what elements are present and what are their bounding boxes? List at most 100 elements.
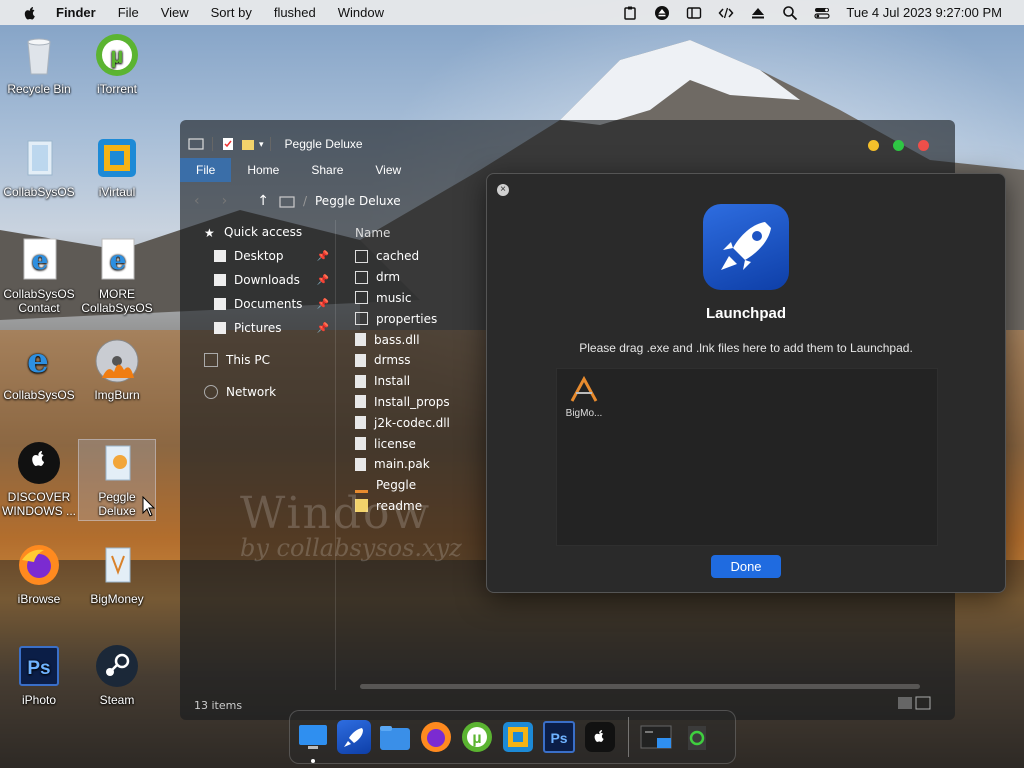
clock[interactable]: Tue 4 Jul 2023 9:27:00 PM bbox=[846, 5, 1002, 20]
svg-text:µ: µ bbox=[472, 730, 481, 747]
dock-apple-icon[interactable] bbox=[583, 720, 617, 754]
folder-icon bbox=[355, 249, 368, 263]
desktop-icon-bigmoney[interactable]: BigMoney bbox=[79, 542, 155, 606]
tab-home[interactable]: Home bbox=[231, 158, 295, 182]
search-icon[interactable] bbox=[782, 5, 798, 21]
nav-downloads[interactable]: Downloads 📌 bbox=[180, 268, 335, 292]
drop-zone[interactable]: BigMo... bbox=[556, 368, 938, 546]
nav-quick-access[interactable]: ★ Quick access bbox=[180, 220, 335, 244]
documents-folder-icon bbox=[214, 298, 226, 310]
svg-text:e: e bbox=[110, 246, 127, 276]
svg-text:e: e bbox=[32, 246, 49, 276]
nav-this-pc[interactable]: This PC bbox=[180, 348, 335, 372]
quick-toolbar-chevron-icon[interactable]: ▾ bbox=[259, 139, 264, 150]
view-toggle-icon[interactable] bbox=[897, 696, 931, 710]
status-area: Tue 4 Jul 2023 9:27:00 PM bbox=[622, 5, 1002, 21]
watermark-line-1: Window bbox=[240, 488, 432, 539]
virtual-icon bbox=[94, 135, 140, 181]
desktop-icon-imgburn[interactable]: ImgBurn bbox=[79, 338, 155, 402]
folder-icon bbox=[94, 542, 140, 588]
up-arrow-icon[interactable]: ↑ bbox=[257, 193, 269, 209]
ie-icon: e bbox=[16, 338, 62, 384]
dialog-close-button[interactable]: × bbox=[497, 184, 509, 196]
desktop-icon-label: Recycle Bin bbox=[7, 82, 71, 96]
breadcrumb[interactable]: Peggle Deluxe bbox=[315, 194, 401, 208]
bigmoney-app-icon bbox=[570, 375, 598, 402]
desktop-icon-ivirtaul[interactable]: iVirtaul bbox=[79, 135, 155, 199]
computer-icon bbox=[204, 353, 218, 367]
control-center-icon[interactable] bbox=[814, 5, 830, 21]
nav-documents[interactable]: Documents 📌 bbox=[180, 292, 335, 316]
dock-firefox-icon[interactable] bbox=[419, 720, 453, 754]
dropped-item[interactable]: BigMo... bbox=[561, 375, 607, 419]
title-divider bbox=[269, 137, 271, 151]
desktop-icon-steam[interactable]: Steam bbox=[79, 643, 155, 707]
dock-finder-icon[interactable] bbox=[296, 720, 330, 763]
nav-label: This PC bbox=[226, 353, 270, 367]
dock-recycle-icon[interactable] bbox=[680, 720, 714, 754]
file-icon bbox=[355, 353, 366, 367]
menu-sort-by[interactable]: Sort by bbox=[211, 5, 252, 20]
eject-circle-icon[interactable] bbox=[654, 5, 670, 21]
file-name: drmss bbox=[374, 353, 411, 368]
scrollbar-thumb[interactable] bbox=[360, 684, 920, 689]
forward-arrow-icon[interactable]: › bbox=[222, 193, 228, 209]
svg-text:µ: µ bbox=[111, 43, 124, 68]
maximize-button[interactable] bbox=[893, 140, 904, 151]
properties-icon[interactable] bbox=[221, 137, 235, 151]
file-icon bbox=[355, 437, 366, 451]
desktop-icon-label: MORE CollabSysOS bbox=[81, 287, 153, 315]
dock-utorrent-icon[interactable]: µ bbox=[460, 720, 494, 754]
running-indicator bbox=[311, 759, 315, 763]
nav-network[interactable]: Network bbox=[180, 380, 335, 404]
pin-icon: 📌 bbox=[316, 250, 329, 262]
dock-terminal-icon[interactable] bbox=[639, 720, 673, 754]
minimize-button[interactable] bbox=[868, 140, 879, 151]
horizontal-scrollbar[interactable] bbox=[350, 682, 930, 690]
sidebar-icon[interactable] bbox=[686, 5, 702, 21]
tab-share[interactable]: Share bbox=[295, 158, 359, 182]
desktop-icon-collabsysos-folder[interactable]: CollabSysOS bbox=[1, 135, 77, 199]
dock-photoshop-icon[interactable]: Ps bbox=[542, 720, 576, 754]
eject-icon[interactable] bbox=[750, 5, 766, 21]
dialog-title: Launchpad bbox=[705, 305, 786, 322]
desktop-icon-label: iPhoto bbox=[21, 693, 57, 707]
clipboard-icon[interactable] bbox=[622, 5, 638, 21]
folder-icon bbox=[355, 312, 368, 326]
file-name: music bbox=[376, 290, 412, 305]
desktop-icon-recycle-bin[interactable]: Recycle Bin bbox=[1, 32, 77, 96]
menu-file[interactable]: File bbox=[118, 5, 139, 20]
new-folder-icon[interactable] bbox=[241, 137, 255, 151]
tab-view[interactable]: View bbox=[359, 158, 417, 182]
file-name: Install bbox=[374, 374, 411, 389]
dock-virtual-icon[interactable] bbox=[501, 720, 535, 754]
tab-file[interactable]: File bbox=[180, 158, 232, 182]
dropped-item-label: BigMo... bbox=[565, 408, 603, 419]
menu-app-name[interactable]: Finder bbox=[56, 5, 96, 20]
desktop-icon-iphoto[interactable]: Ps iPhoto bbox=[1, 643, 77, 707]
location-folder-icon bbox=[279, 195, 295, 208]
menu-window[interactable]: Window bbox=[338, 5, 384, 20]
file-icon bbox=[355, 333, 366, 347]
nav-desktop[interactable]: Desktop 📌 bbox=[180, 244, 335, 268]
desktop-icon-more-collabsysos[interactable]: e MORE CollabSysOS bbox=[79, 237, 155, 315]
menu-flushed[interactable]: flushed bbox=[274, 5, 316, 20]
close-button[interactable] bbox=[918, 140, 929, 151]
desktop-icon-label: CollabSysOS bbox=[3, 388, 75, 402]
file-name: j2k-codec.dll bbox=[374, 415, 450, 430]
apple-menu-icon[interactable] bbox=[22, 5, 38, 21]
desktop-icon-collabsysos[interactable]: e CollabSysOS bbox=[1, 338, 77, 402]
desktop-icon-collabsysos-contact[interactable]: e CollabSysOS Contact bbox=[1, 237, 77, 315]
dock-files-icon[interactable] bbox=[378, 720, 412, 754]
nav-pictures[interactable]: Pictures 📌 bbox=[180, 316, 335, 340]
dock-launchpad-icon[interactable] bbox=[337, 720, 371, 754]
menu-view[interactable]: View bbox=[161, 5, 189, 20]
desktop-icon-itorrent[interactable]: µ iTorrent bbox=[79, 32, 155, 96]
desktop-icon-ibrowse[interactable]: iBrowse bbox=[1, 542, 77, 606]
network-icon bbox=[204, 385, 218, 399]
code-icon[interactable] bbox=[718, 5, 734, 21]
back-arrow-icon[interactable]: ‹ bbox=[194, 193, 200, 209]
desktop-icon-label: CollabSysOS bbox=[3, 185, 75, 199]
done-button[interactable]: Done bbox=[711, 555, 781, 578]
desktop-icon-discover-windows[interactable]: DISCOVER WINDOWS ... bbox=[1, 440, 77, 518]
